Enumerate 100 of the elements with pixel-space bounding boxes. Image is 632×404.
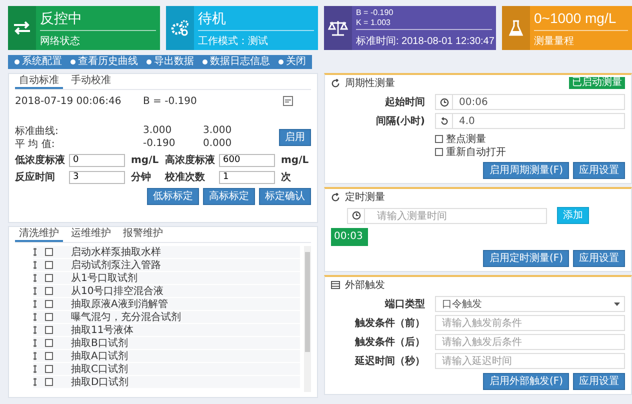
circle-icon	[70, 59, 76, 65]
toolbar-button[interactable]: 查看历史曲线	[67, 56, 141, 68]
step-row[interactable]: 抽取原液A液到消解管	[33, 298, 300, 311]
input-field[interactable]: 1	[219, 170, 275, 184]
input-field[interactable]: 3	[69, 170, 125, 184]
checkbox[interactable]	[45, 313, 53, 321]
action-button[interactable]: 应用设置	[573, 373, 625, 390]
step-row[interactable]: 启动水样泵抽取水样	[33, 246, 300, 259]
action-button[interactable]: 应用设置	[573, 250, 625, 267]
step-row[interactable]: 抽取D口试剂	[33, 376, 300, 389]
unit-label: mg/L	[131, 154, 160, 166]
tab[interactable]: 手动校准	[67, 74, 115, 89]
tile-caption: 标准时间: 2018-08-01 12:30:47	[356, 36, 492, 48]
arrows-icon	[13, 21, 31, 35]
drag-handle-icon[interactable]	[33, 274, 37, 282]
tile-title: 待机	[198, 8, 314, 31]
step-row[interactable]: 从1号口取试剂	[33, 272, 300, 285]
drag-handle-icon[interactable]	[33, 313, 37, 321]
action-button[interactable]: 启用周期测量(F)	[483, 162, 569, 179]
input-field[interactable]: 4.0	[435, 113, 625, 129]
toolbar-button[interactable]: 数据日志信息	[199, 56, 273, 68]
step-row[interactable]: 抽取11号液体	[33, 324, 300, 337]
checkbox[interactable]	[45, 300, 53, 308]
checkbox[interactable]	[435, 148, 443, 156]
record-value: B = -0.190	[143, 96, 198, 106]
clock-icon	[440, 98, 448, 106]
step-label: 曝气混匀，充分混合试剂	[71, 310, 181, 324]
panel-title: 周期性测量	[345, 76, 396, 90]
step-row[interactable]: 抽取B口试剂	[33, 337, 300, 350]
field-label: 间隔(小时)	[374, 114, 426, 128]
checkbox[interactable]	[45, 352, 53, 360]
toolbar-button[interactable]: 导出数据	[143, 56, 197, 68]
stat-value: -0.190	[143, 138, 176, 149]
refresh-icon	[331, 78, 340, 88]
undo-icon	[440, 116, 448, 126]
option-label: 重新自动打开	[446, 146, 506, 158]
tile-caption: 工作模式：测试	[198, 36, 269, 48]
drag-handle-icon[interactable]	[33, 352, 37, 360]
step-row[interactable]: 启动试剂泵注入管路	[33, 259, 300, 272]
document-icon[interactable]	[283, 96, 293, 106]
tab[interactable]: 自动标准	[15, 74, 63, 89]
unit-label: 次	[281, 170, 292, 184]
toolbar-button[interactable]: 系统配置	[11, 56, 65, 68]
drag-handle-icon[interactable]	[33, 300, 37, 308]
stat-value: 3.000	[203, 125, 233, 136]
drag-handle-icon[interactable]	[33, 339, 37, 347]
step-label: 抽取D口试剂	[71, 376, 129, 389]
enable-button[interactable]: 启用	[279, 129, 311, 146]
action-button[interactable]: 启用定时测量(F)	[483, 250, 569, 267]
tab[interactable]: 报警维护	[119, 227, 167, 242]
stat-label: 标准曲线:	[15, 124, 60, 138]
toolbar-button[interactable]: 关闭	[275, 56, 309, 68]
drag-handle-icon[interactable]	[33, 287, 37, 295]
status-badge: 已启动测量	[569, 77, 625, 89]
scrollbar[interactable]	[304, 246, 311, 392]
circle-icon	[278, 59, 284, 65]
tab[interactable]: 运维维护	[67, 227, 115, 242]
input-field[interactable]: 00:06	[435, 94, 625, 110]
drag-handle-icon[interactable]	[33, 326, 37, 334]
step-label: 从10号口排空混合液	[71, 284, 164, 298]
step-row[interactable]: 抽取A口试剂	[33, 350, 300, 363]
step-row[interactable]: 曝气混匀，充分混合试剂	[33, 311, 300, 324]
checkbox[interactable]	[45, 261, 53, 269]
tile-title: 0~1000 mg/L	[534, 8, 628, 31]
drag-handle-icon[interactable]	[33, 248, 37, 256]
field-label: 触发条件（后）	[354, 336, 426, 349]
select-field[interactable]: 口令触发	[435, 296, 625, 312]
stat-value: 3.000	[143, 125, 173, 136]
step-label: 抽取11号液体	[71, 324, 134, 337]
step-row[interactable]: 抽取C口试剂	[33, 363, 300, 376]
checkbox[interactable]	[45, 378, 53, 386]
step-label: 启动水样泵抽取水样	[71, 246, 161, 259]
gears-icon	[171, 20, 189, 36]
checkbox[interactable]	[45, 326, 53, 334]
record-time: 2018-07-19 00:06:46	[15, 96, 122, 106]
option-label: 整点测量	[446, 132, 486, 146]
checkbox[interactable]	[45, 274, 53, 282]
checkbox[interactable]	[45, 339, 53, 347]
drag-handle-icon[interactable]	[33, 365, 37, 373]
step-label: 抽取原液A液到消解管	[71, 298, 168, 311]
drag-handle-icon[interactable]	[33, 378, 37, 386]
tab[interactable]: 清洗维护	[15, 227, 63, 242]
field-label: 触发条件（前）	[354, 316, 426, 330]
calibrate-button[interactable]: 低标标定	[147, 188, 199, 205]
input-field[interactable]: 600	[219, 154, 275, 166]
calibrate-button[interactable]: 高标标定	[203, 188, 255, 205]
action-button[interactable]: 应用设置	[573, 162, 625, 179]
calibrate-button[interactable]: 标定确认	[259, 188, 311, 205]
drag-handle-icon[interactable]	[33, 261, 37, 269]
panel-title: 外部触发	[345, 278, 386, 292]
action-button[interactable]: 启用外部触发(F)	[483, 373, 569, 390]
checkbox[interactable]	[45, 287, 53, 295]
checkbox[interactable]	[45, 365, 53, 373]
field-label: 反应时间	[15, 170, 56, 184]
input-field[interactable]: 0	[69, 154, 125, 166]
stat-value: 0.000	[203, 138, 233, 149]
step-row[interactable]: 从10号口排空混合液	[33, 285, 300, 298]
field-label: 延迟时间（秒）	[354, 354, 426, 368]
checkbox[interactable]	[435, 134, 443, 142]
checkbox[interactable]	[45, 248, 53, 256]
